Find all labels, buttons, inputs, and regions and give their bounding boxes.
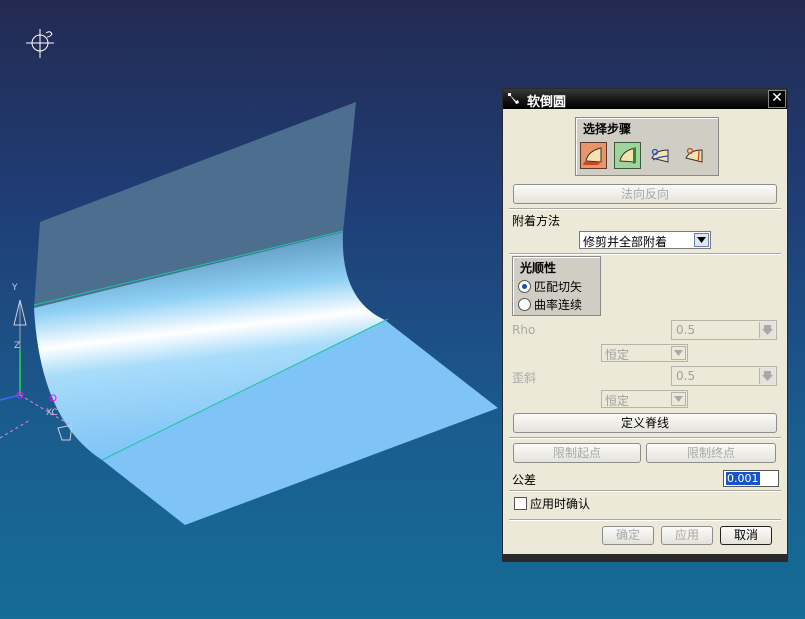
step-first-face-button[interactable] bbox=[580, 142, 607, 169]
confirm-on-apply-label[interactable]: 应用时确认 bbox=[530, 495, 590, 512]
step-second-face-button[interactable] bbox=[614, 142, 641, 169]
apply-button[interactable]: 应用 bbox=[661, 526, 713, 545]
tolerance-value: 0.001 bbox=[726, 472, 760, 485]
tolerance-input[interactable]: 0.001 bbox=[723, 470, 779, 487]
step-first-curve-button[interactable] bbox=[648, 142, 675, 169]
selection-steps-title: 选择步骤 bbox=[583, 122, 632, 136]
dialog-titlebar[interactable]: 软倒圆 ✕ bbox=[503, 89, 787, 110]
attach-method-select[interactable]: 修剪并全部附着 bbox=[579, 231, 711, 249]
attach-method-value: 修剪并全部附着 bbox=[583, 235, 668, 249]
curvature-continuous-label[interactable]: 曲率连续 bbox=[534, 296, 582, 313]
chevron-down-icon[interactable] bbox=[671, 392, 686, 406]
skew-mode-select[interactable]: 恒定 bbox=[601, 390, 688, 408]
skew-value: 0.5 bbox=[676, 369, 696, 383]
separator bbox=[509, 490, 781, 492]
define-spine-button[interactable]: 定义脊线 bbox=[513, 413, 777, 433]
axis-label-z: Z bbox=[14, 341, 20, 351]
attach-method-label: 附着方法 bbox=[512, 214, 561, 228]
axis-label-y: Y bbox=[11, 283, 18, 293]
rho-value: 0.5 bbox=[676, 323, 696, 337]
skew-input[interactable]: 0.5 bbox=[671, 366, 777, 386]
second-face-icon bbox=[619, 147, 636, 164]
wrench-icon bbox=[508, 93, 519, 104]
tolerance-label: 公差 bbox=[512, 473, 537, 487]
chevron-down-icon[interactable] bbox=[694, 233, 709, 247]
soft-blend-dialog: 软倒圆 ✕ 选择步骤 法向反向 附着方法 修剪并全部附着 光顺性 匹配切矢 曲率… bbox=[502, 88, 788, 562]
separator bbox=[509, 253, 781, 255]
flip-normal-button[interactable]: 法向反向 bbox=[513, 184, 777, 204]
crosshair-cursor-icon bbox=[26, 29, 54, 58]
axis-label-x: X bbox=[49, 377, 55, 387]
second-curve-icon bbox=[685, 147, 703, 163]
limit-start-button[interactable]: 限制起点 bbox=[513, 443, 641, 463]
dialog-title: 软倒圆 bbox=[527, 95, 567, 110]
smoothness-group: 光顺性 匹配切矢 曲率连续 bbox=[512, 256, 601, 316]
arrow-down-icon[interactable] bbox=[759, 322, 775, 338]
rho-label: Rho bbox=[512, 323, 536, 337]
radio-curvature-continuous[interactable] bbox=[518, 298, 531, 311]
skew-label: 歪斜 bbox=[512, 371, 537, 385]
axis-label-xc: XC bbox=[46, 408, 58, 418]
arrow-down-icon[interactable] bbox=[759, 368, 775, 384]
limit-end-button[interactable]: 限制终点 bbox=[646, 443, 776, 463]
first-curve-icon bbox=[651, 148, 669, 163]
rho-mode-value: 恒定 bbox=[605, 348, 630, 362]
step-second-curve-button[interactable] bbox=[682, 142, 709, 169]
skew-mode-value: 恒定 bbox=[605, 394, 630, 408]
first-face-icon bbox=[583, 147, 602, 165]
rho-mode-select[interactable]: 恒定 bbox=[601, 344, 688, 362]
close-button[interactable]: ✕ bbox=[768, 90, 786, 108]
confirm-on-apply-checkbox[interactable] bbox=[514, 497, 527, 510]
rho-input[interactable]: 0.5 bbox=[671, 320, 777, 340]
radio-match-tangent[interactable] bbox=[518, 280, 531, 293]
dialog-footer bbox=[503, 554, 787, 561]
separator bbox=[509, 437, 781, 439]
smoothness-title: 光顺性 bbox=[520, 261, 557, 275]
separator bbox=[509, 208, 781, 210]
separator bbox=[509, 519, 781, 521]
selection-steps-group: 选择步骤 bbox=[575, 117, 719, 176]
match-tangent-label[interactable]: 匹配切矢 bbox=[534, 278, 582, 295]
chevron-down-icon[interactable] bbox=[671, 346, 686, 360]
ok-button[interactable]: 确定 bbox=[602, 526, 654, 545]
cancel-button[interactable]: 取消 bbox=[720, 526, 772, 545]
